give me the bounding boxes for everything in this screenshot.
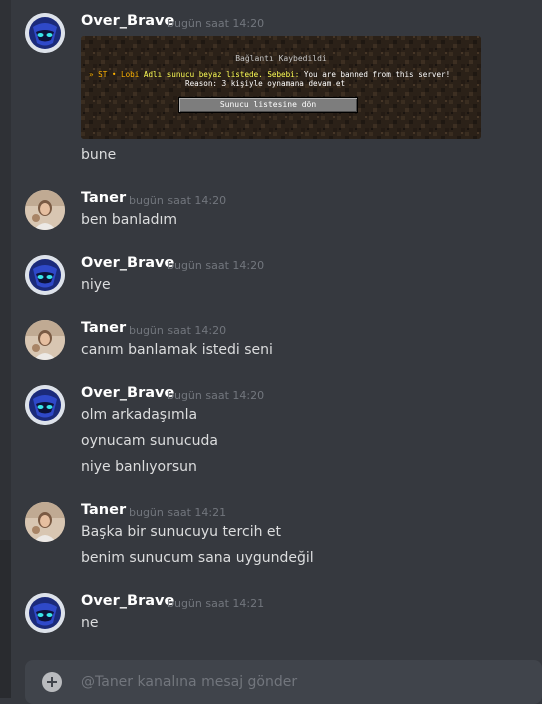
author-name[interactable]: Taner [81,502,126,518]
screenshot-attachment[interactable]: Bağlantı Kaybedildi » ST • Lobi Adlı sun… [81,36,481,139]
author-name[interactable]: Over_Brave [81,385,174,401]
avatar-taner[interactable] [25,502,65,542]
message-text: olm arkadaşımla [81,407,198,423]
avatar-over-brave[interactable] [25,13,65,53]
timestamp: bugün saat 14:20 [129,324,227,337]
avatar-over-brave[interactable] [25,255,65,295]
message-text: ben banladım [81,212,178,228]
message-text: niye [81,277,111,293]
message-text: oynucam sunucuda [81,433,218,449]
author-name[interactable]: Over_Brave [81,593,174,609]
plus-circle-icon[interactable] [42,672,62,692]
embed-line-1-rest: You are banned from this server! [303,70,451,79]
timestamp: bugün saat 14:21 [129,506,227,519]
avatar-taner[interactable] [25,190,65,230]
avatar-over-brave[interactable] [25,385,65,425]
embed-title: Bağlantı Kaybedildi [235,54,327,63]
author-name[interactable]: Over_Brave [81,255,174,271]
timestamp: bugün saat 14:20 [167,389,265,402]
embed-line-1-prefix: » ST • Lobi [89,70,140,79]
timestamp: bugün saat 14:20 [167,17,265,30]
message-text: canım banlamak istedi seni [81,342,273,358]
side-panel-edge [0,0,11,698]
embed-line-2: Reason: 3 kişiyle oynamana devam et [185,79,346,88]
message-text: bune [81,147,117,163]
author-name[interactable]: Taner [81,190,126,206]
author-name[interactable]: Over_Brave [81,13,174,29]
avatar-taner[interactable] [25,320,65,360]
timestamp: bugün saat 14:20 [129,194,227,207]
avatar-over-brave[interactable] [25,593,65,633]
message-text: niye banlıyorsun [81,459,197,475]
embed-line-1: » ST • Lobi Adlı sunucu beyaz listede. S… [89,70,450,79]
timestamp: bugün saat 14:20 [167,259,265,272]
timestamp: bugün saat 14:21 [167,597,265,610]
message-composer [25,660,542,704]
message-text: benim sunucum sana uygundeğil [81,550,314,566]
embed-line-1-highlight: Adlı sunucu beyaz listede. Sebebi: [143,70,300,79]
message-input[interactable] [81,670,521,694]
message-text: ne [81,615,99,631]
side-panel-lower [0,540,11,698]
author-name[interactable]: Taner [81,320,126,336]
server-list-button: Sunucu listesine dön [178,97,358,113]
message-text: Başka bir sunucuyu tercih et [81,524,282,540]
